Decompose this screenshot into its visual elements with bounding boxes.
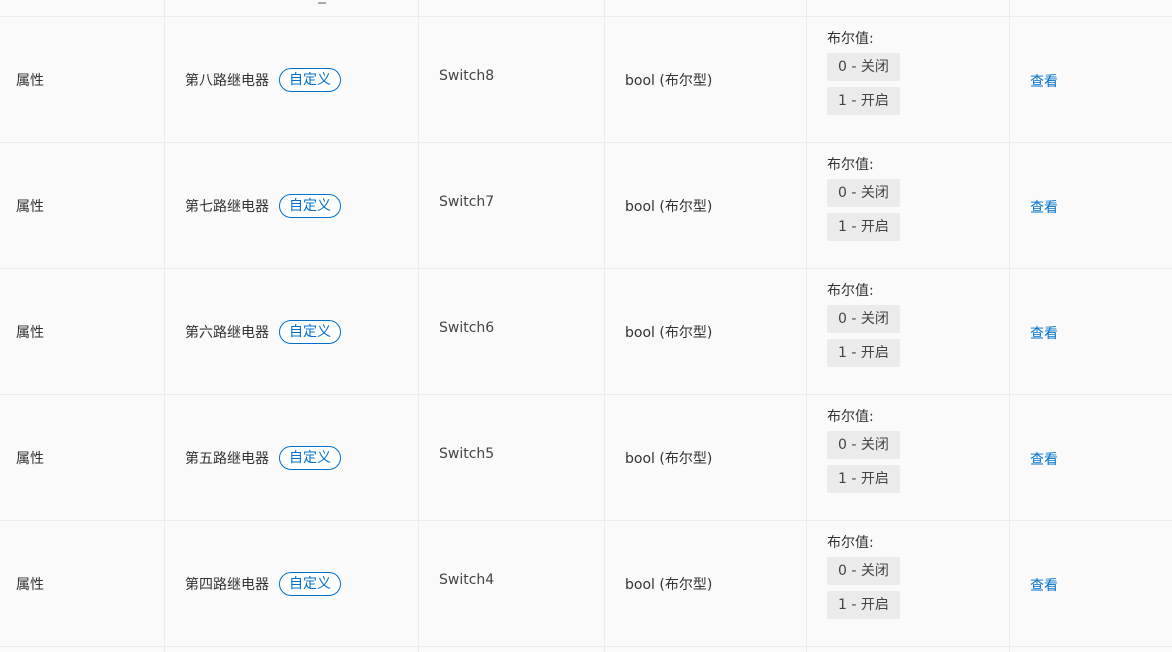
bool-title: 布尔值:: [827, 535, 874, 551]
data-definition-cell: 布尔值: 0 - 关闭 1 - 开启: [807, 521, 1010, 646]
datatype-cell: bool (布尔型): [605, 17, 807, 142]
bool-value-false: 0 - 关闭: [827, 557, 900, 585]
bool-value-list: 0 - 关闭 1 - 开启: [827, 305, 1009, 373]
view-link[interactable]: 查看: [1030, 575, 1058, 595]
action-cell: 查看: [1010, 269, 1172, 394]
view-link[interactable]: 查看: [1030, 449, 1058, 469]
bool-value-true: 1 - 开启: [827, 339, 900, 367]
bool-value-false: 0 - 关闭: [827, 179, 900, 207]
feature-type: 属性: [16, 198, 44, 215]
bool-value-true: 1 - 开启: [827, 465, 900, 493]
table-row: 属性 第七路继电器 自定义 Switch7 bool (布尔型) 布尔值: 0 …: [0, 143, 1172, 269]
data-definition-cell: 布尔值: 0 - 关闭 1 - 开启: [807, 17, 1010, 142]
custom-tag: 自定义: [279, 193, 341, 218]
identifier: Switch7: [439, 194, 495, 210]
view-link[interactable]: 查看: [1030, 197, 1058, 217]
table-row: 属性 第八路继电器 自定义 Switch8 bool (布尔型) 布尔值: 0 …: [0, 17, 1172, 143]
datatype: bool (布尔型): [625, 576, 713, 593]
table-row-partial-top: [0, 0, 1172, 17]
bool-value-list: 0 - 关闭 1 - 开启: [827, 179, 1009, 247]
view-link[interactable]: 查看: [1030, 71, 1058, 91]
bool-value-false: 0 - 关闭: [827, 431, 900, 459]
bool-title: 布尔值:: [827, 409, 874, 425]
datatype: bool (布尔型): [625, 72, 713, 89]
bool-value-true: 1 - 开启: [827, 213, 900, 241]
identifier: Switch6: [439, 320, 495, 336]
bool-value-true: 1 - 开启: [827, 87, 900, 115]
table-body: 属性 第八路继电器 自定义 Switch8 bool (布尔型) 布尔值: 0 …: [0, 17, 1172, 647]
feature-name-cell: 第七路继电器 自定义: [165, 143, 419, 268]
identifier: Switch8: [439, 68, 495, 84]
bool-title: 布尔值:: [827, 283, 874, 299]
bool-value-list: 0 - 关闭 1 - 开启: [827, 431, 1009, 499]
feature-name: 第六路继电器: [185, 324, 269, 341]
identifier-cell: Switch4: [419, 521, 605, 646]
feature-type-cell: 属性: [0, 269, 165, 394]
table-row: 属性 第六路继电器 自定义 Switch6 bool (布尔型) 布尔值: 0 …: [0, 269, 1172, 395]
feature-type-cell: 属性: [0, 521, 165, 646]
identifier: Switch4: [439, 572, 495, 588]
data-definition-cell: 布尔值: 0 - 关闭 1 - 开启: [807, 143, 1010, 268]
bool-value-list: 0 - 关闭 1 - 开启: [827, 557, 1009, 625]
datatype: bool (布尔型): [625, 324, 713, 341]
feature-name-cell: 第五路继电器 自定义: [165, 395, 419, 520]
feature-name-cell: 第六路继电器 自定义: [165, 269, 419, 394]
datatype: bool (布尔型): [625, 450, 713, 467]
feature-name: 第五路继电器: [185, 450, 269, 467]
datatype-cell: bool (布尔型): [605, 269, 807, 394]
custom-tag: 自定义: [279, 67, 341, 92]
action-cell: 查看: [1010, 143, 1172, 268]
datatype-cell: bool (布尔型): [605, 395, 807, 520]
datatype-cell: bool (布尔型): [605, 521, 807, 646]
feature-type: 属性: [16, 450, 44, 467]
feature-type-cell: 属性: [0, 395, 165, 520]
feature-type: 属性: [16, 324, 44, 341]
action-cell: 查看: [1010, 17, 1172, 142]
action-cell: 查看: [1010, 521, 1172, 646]
data-definition-cell: 布尔值: 0 - 关闭 1 - 开启: [807, 395, 1010, 520]
feature-type-cell: 属性: [0, 143, 165, 268]
feature-name-cell: 第四路继电器 自定义: [165, 521, 419, 646]
feature-name: 第四路继电器: [185, 576, 269, 593]
table-row: 属性 第四路继电器 自定义 Switch4 bool (布尔型) 布尔值: 0 …: [0, 521, 1172, 647]
table-row-partial-bottom: [0, 647, 1172, 652]
identifier-cell: Switch8: [419, 17, 605, 142]
action-cell: 查看: [1010, 395, 1172, 520]
identifier-cell: Switch6: [419, 269, 605, 394]
custom-tag: 自定义: [279, 319, 341, 344]
table-row: 属性 第五路继电器 自定义 Switch5 bool (布尔型) 布尔值: 0 …: [0, 395, 1172, 521]
feature-type-cell: 属性: [0, 17, 165, 142]
custom-tag: 自定义: [279, 445, 341, 470]
bool-value-false: 0 - 关闭: [827, 53, 900, 81]
text-cursor-icon: [318, 0, 326, 4]
bool-title: 布尔值:: [827, 31, 874, 47]
bool-value-false: 0 - 关闭: [827, 305, 900, 333]
view-link[interactable]: 查看: [1030, 323, 1058, 343]
identifier-cell: Switch5: [419, 395, 605, 520]
datatype-cell: bool (布尔型): [605, 143, 807, 268]
custom-tag: 自定义: [279, 571, 341, 596]
properties-table: 属性 第八路继电器 自定义 Switch8 bool (布尔型) 布尔值: 0 …: [0, 0, 1172, 652]
identifier: Switch5: [439, 446, 495, 462]
bool-value-true: 1 - 开启: [827, 591, 900, 619]
feature-type: 属性: [16, 576, 44, 593]
feature-name-cell: 第八路继电器 自定义: [165, 17, 419, 142]
data-definition-cell: 布尔值: 0 - 关闭 1 - 开启: [807, 269, 1010, 394]
datatype: bool (布尔型): [625, 198, 713, 215]
bool-title: 布尔值:: [827, 157, 874, 173]
feature-type: 属性: [16, 72, 44, 89]
feature-name: 第八路继电器: [185, 72, 269, 89]
feature-name: 第七路继电器: [185, 198, 269, 215]
identifier-cell: Switch7: [419, 143, 605, 268]
bool-value-list: 0 - 关闭 1 - 开启: [827, 53, 1009, 121]
